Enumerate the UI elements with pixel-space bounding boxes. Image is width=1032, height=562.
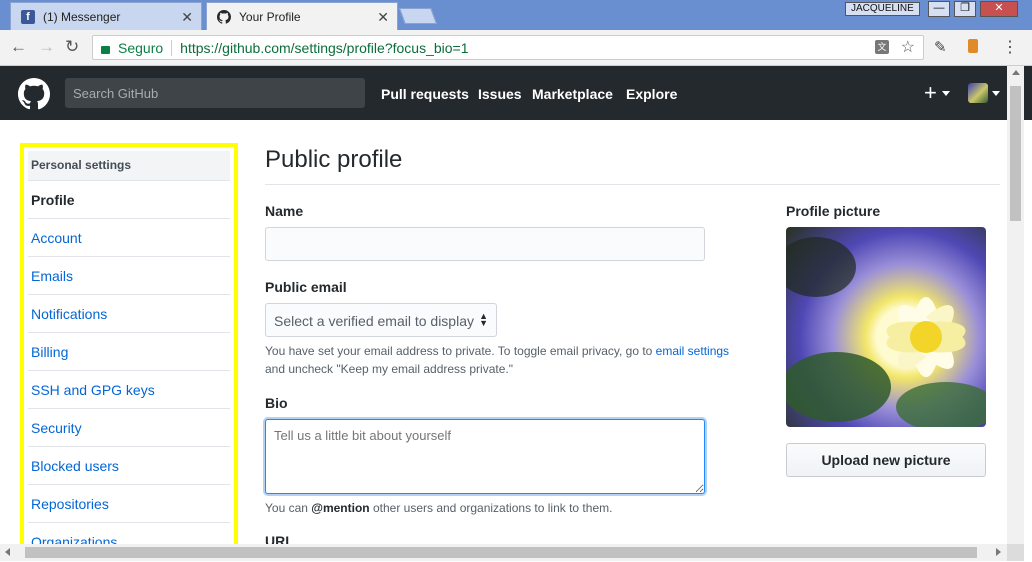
nav-explore[interactable]: Explore	[626, 86, 677, 102]
email-privacy-note: You have set your email address to priva…	[265, 342, 745, 378]
address-bar[interactable]: Seguro https://github.com/settings/profi…	[92, 35, 924, 60]
browser-toolbar: ← → ↻ Seguro https://github.com/settings…	[0, 30, 1032, 66]
forward-icon[interactable]: →	[38, 37, 55, 57]
horizontal-scrollbar[interactable]	[0, 544, 1007, 561]
close-window-button[interactable]: ✕	[980, 1, 1018, 17]
settings-sidebar: Personal settings Profile Account Emails…	[20, 143, 238, 556]
nav-marketplace[interactable]: Marketplace	[532, 86, 613, 102]
sidebar-item-blocked-users[interactable]: Blocked users	[28, 447, 230, 485]
nav-pull-requests[interactable]: Pull requests	[381, 86, 469, 102]
nav-issues[interactable]: Issues	[478, 86, 522, 102]
chevron-down-icon[interactable]	[992, 91, 1000, 96]
github-logo-icon[interactable]	[18, 78, 51, 115]
email-note-text: You have set your email address to priva…	[265, 344, 656, 358]
profile-chip[interactable]: JACQUELINE	[845, 2, 920, 16]
email-settings-link[interactable]: email settings	[656, 344, 729, 358]
minimize-button[interactable]: —	[928, 1, 950, 17]
bookmark-star-icon[interactable]: ☆	[901, 37, 915, 57]
extension-icon[interactable]	[968, 39, 978, 53]
sidebar-item-security[interactable]: Security	[28, 409, 230, 447]
tab-title: Your Profile	[239, 9, 301, 24]
create-new-plus-icon[interactable]: +	[924, 80, 937, 106]
profile-picture-label: Profile picture	[786, 203, 881, 219]
close-tab-icon[interactable]: ✕	[181, 9, 193, 26]
sidebar-header: Personal settings	[28, 151, 230, 181]
maximize-button[interactable]: ❐	[954, 1, 976, 17]
tab-title: (1) Messenger	[43, 9, 121, 24]
url-text: https://github.com/settings/profile?focu…	[180, 39, 469, 56]
upload-new-picture-button[interactable]: Upload new picture	[786, 443, 986, 477]
browser-tab-strip: f (1) Messenger ✕ Your Profile ✕ JACQUEL…	[0, 0, 1032, 30]
facebook-icon: f	[21, 9, 35, 24]
bio-textarea[interactable]	[265, 419, 705, 494]
lock-icon	[101, 45, 110, 54]
url-label: URL	[265, 533, 294, 544]
sidebar-item-repositories[interactable]: Repositories	[28, 485, 230, 523]
github-icon	[217, 9, 232, 24]
page-title: Public profile	[265, 146, 403, 173]
bio-note-text-2: other users and organizations to link to…	[369, 501, 613, 515]
vertical-scrollbar[interactable]	[1007, 66, 1024, 544]
name-input[interactable]	[265, 227, 705, 261]
eyedropper-extension-icon[interactable]: ✎	[934, 38, 947, 56]
avatar[interactable]	[968, 83, 988, 103]
translate-icon[interactable]: 文	[875, 40, 889, 54]
bio-label: Bio	[265, 395, 288, 411]
sidebar-item-emails[interactable]: Emails	[28, 257, 230, 295]
email-note-text-2: and uncheck "Keep my email address priva…	[265, 362, 513, 376]
tab-messenger[interactable]: f (1) Messenger ✕	[10, 2, 202, 30]
back-icon[interactable]: ←	[10, 37, 27, 57]
secure-label: Seguro	[118, 39, 164, 56]
public-email-select-value: Select a verified email to display	[274, 313, 474, 329]
sidebar-item-ssh-gpg-keys[interactable]: SSH and GPG keys	[28, 371, 230, 409]
reload-icon[interactable]: ↻	[65, 37, 79, 57]
upload-button-label: Upload new picture	[821, 452, 951, 468]
github-search-input[interactable]	[65, 78, 365, 108]
new-tab-button[interactable]	[399, 8, 437, 24]
name-label: Name	[265, 203, 304, 219]
close-tab-icon[interactable]: ✕	[377, 9, 389, 26]
github-header: Pull requests Issues Marketplace Explore…	[0, 66, 1032, 120]
sidebar-item-notifications[interactable]: Notifications	[28, 295, 230, 333]
bio-note: You can @mention other users and organiz…	[265, 499, 612, 517]
select-arrows-icon: ▲ ▼	[479, 311, 488, 328]
vertical-scroll-thumb[interactable]	[1010, 86, 1021, 221]
mention-keyword: @mention	[311, 501, 370, 515]
sidebar-item-account[interactable]: Account	[28, 219, 230, 257]
tab-your-profile[interactable]: Your Profile ✕	[206, 2, 398, 30]
sidebar-item-profile[interactable]: Profile	[28, 181, 230, 219]
profile-picture	[786, 227, 986, 427]
scroll-up-arrow-icon[interactable]	[1012, 70, 1020, 75]
public-email-select[interactable]: Select a verified email to display ▲ ▼	[265, 303, 497, 337]
scrollbar-corner	[1007, 544, 1024, 561]
horizontal-scroll-thumb[interactable]	[25, 547, 977, 558]
scroll-right-arrow-icon[interactable]	[996, 548, 1001, 556]
scroll-left-arrow-icon[interactable]	[5, 548, 10, 556]
chevron-down-icon[interactable]	[942, 91, 950, 96]
menu-icon[interactable]: ⋮	[1002, 37, 1018, 57]
title-divider	[265, 184, 1000, 185]
bio-note-text: You can	[265, 501, 312, 515]
public-email-label: Public email	[265, 279, 347, 295]
water-lily-image	[786, 237, 986, 427]
sidebar-item-billing[interactable]: Billing	[28, 333, 230, 371]
